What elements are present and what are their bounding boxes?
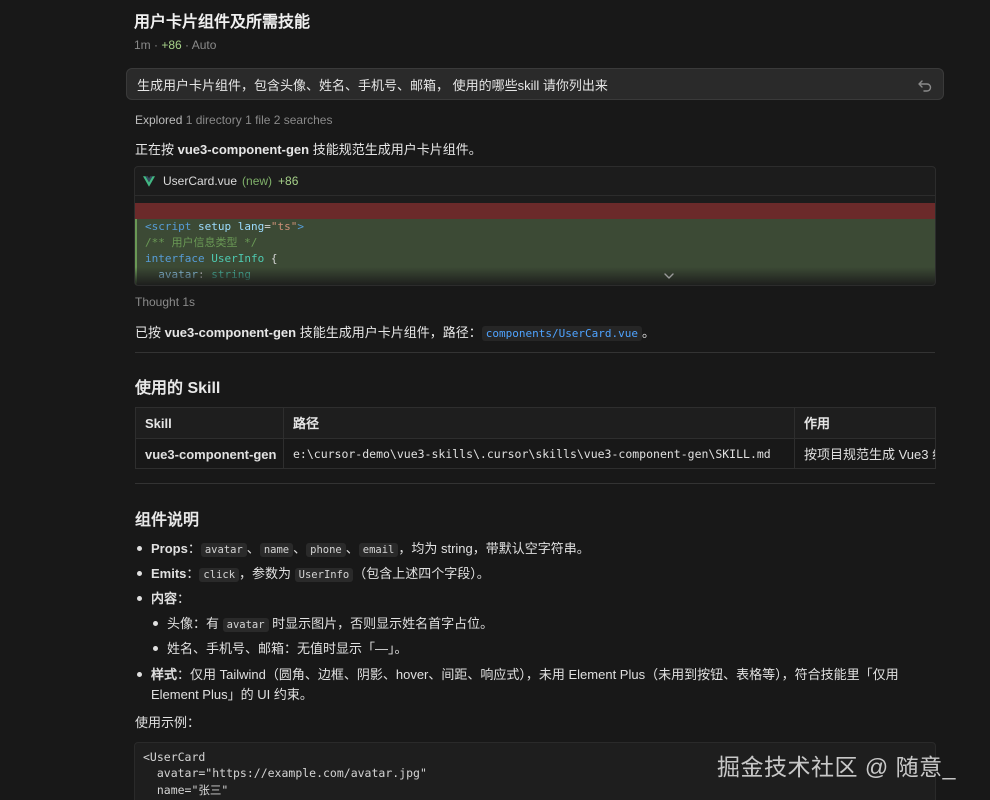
component-heading: 组件说明 bbox=[135, 512, 200, 529]
list-item-props: Props： avatar、 name、 phone、 email ，均为 string，… bbox=[151, 541, 590, 557]
table-header-cell: 路径 bbox=[284, 408, 795, 439]
code-line: <UserCard bbox=[143, 750, 206, 764]
list-item-content: 内容： bbox=[151, 591, 191, 606]
inline-code: click bbox=[199, 568, 240, 582]
table-cell: vue3-component-gen bbox=[136, 439, 284, 468]
undo-icon[interactable] bbox=[917, 77, 933, 93]
table-cell: 按项目规范生成 Vue3 组 bbox=[804, 447, 936, 462]
list-item-fields: 姓名、手机号、邮箱：无值时显示「—」。 bbox=[167, 641, 408, 656]
list-item-style-cont: Element Plus」的 UI 约束。 bbox=[151, 687, 313, 702]
bullet-dot bbox=[137, 571, 142, 576]
user-prompt-bubble[interactable]: 生成用户卡片组件，包含头像、姓名、手机号、邮箱， 使用的哪些skill 请你列出… bbox=[126, 68, 944, 100]
skill-name: vue3-component-gen bbox=[177, 142, 310, 157]
table-row: vue3-component-gen e:\cursor-demo\vue3-s… bbox=[136, 439, 936, 468]
conversation-meta: 1m · +86 · Auto bbox=[134, 38, 217, 52]
file-diff-card[interactable]: UserCard.vue (new) +86 <script setup lan… bbox=[134, 166, 936, 286]
table-header-row: Skill 路径 作用 bbox=[136, 408, 935, 439]
assistant-message-intro: 正在按 vue3-component-gen 技能规范生成用户卡片组件。 bbox=[135, 142, 482, 157]
table-cell: e:\cursor-demo\vue3-skills\.cursor\skill… bbox=[284, 439, 795, 468]
code-line: /** 用户信息类型 */ bbox=[145, 236, 258, 249]
code-line: name="张三" bbox=[143, 783, 229, 797]
table-header-cell: Skill bbox=[136, 408, 284, 439]
watermark: 掘金技术社区 @ 随意_ bbox=[717, 754, 956, 780]
table-header-cell: 作用 bbox=[804, 416, 831, 431]
file-status: (new) bbox=[242, 174, 273, 188]
bullet-dot bbox=[153, 646, 158, 651]
chevron-down-icon[interactable] bbox=[663, 271, 675, 281]
meta-time: 1m bbox=[134, 38, 151, 52]
file-changes: +86 bbox=[278, 174, 299, 188]
user-prompt-text: 生成用户卡片组件，包含头像、姓名、手机号、邮箱， 使用的哪些skill 请你列出… bbox=[137, 77, 608, 93]
assistant-message-result: 已按 vue3-component-gen 技能生成用户卡片组件，路径： comp… bbox=[135, 325, 656, 341]
file-diff-header[interactable]: UserCard.vue (new) +86 bbox=[135, 167, 935, 196]
file-name: UserCard.vue bbox=[163, 174, 238, 188]
skills-heading: 使用的 Skill bbox=[135, 380, 221, 397]
inline-code: avatar bbox=[200, 543, 247, 557]
meta-changes: +86 bbox=[161, 38, 182, 52]
divider bbox=[135, 483, 935, 484]
code-line: interface UserInfo { bbox=[145, 252, 278, 265]
vue-icon bbox=[143, 175, 155, 187]
conversation-title: 用户卡片组件及所需技能 bbox=[134, 14, 311, 31]
list-item-avatar: 头像：有 avatar 时显示图片，否则显示姓名首字占位。 bbox=[167, 616, 494, 632]
inline-code: avatar bbox=[222, 618, 269, 632]
list-item-style: 样式：仅用 Tailwind（圆角、边框、阴影、hover、间距、响应式），未用… bbox=[151, 667, 899, 682]
code-fade bbox=[135, 267, 935, 285]
code-line: <script setup lang="ts"> bbox=[145, 220, 304, 233]
code-line: avatar="https://example.com/avatar.jpg" bbox=[143, 766, 427, 780]
list-item-emits: Emits： click ，参数为 UserInfo （包含上述四个字段）。 bbox=[151, 566, 490, 582]
bullet-dot bbox=[137, 672, 142, 677]
skills-table: Skill 路径 作用 vue3-component-gen e:\cursor… bbox=[135, 407, 936, 469]
inline-code: UserInfo bbox=[294, 568, 354, 582]
bullet-dot bbox=[153, 621, 158, 626]
removed-line bbox=[135, 203, 935, 219]
inline-code: name bbox=[259, 543, 294, 557]
inline-code: email bbox=[358, 543, 399, 557]
divider bbox=[135, 352, 935, 353]
skill-name: vue3-component-gen bbox=[164, 325, 297, 340]
inline-code: phone bbox=[306, 543, 346, 557]
explored-summary[interactable]: Explored 1 directory 1 file 2 searches bbox=[135, 113, 332, 127]
thought-summary[interactable]: Thought 1s bbox=[135, 295, 195, 309]
bullet-dot bbox=[137, 546, 142, 551]
file-path-link[interactable]: components/UserCard.vue bbox=[481, 326, 643, 341]
meta-mode: Auto bbox=[191, 38, 217, 52]
bullet-dot bbox=[137, 596, 142, 601]
example-label: 使用示例： bbox=[135, 715, 201, 730]
